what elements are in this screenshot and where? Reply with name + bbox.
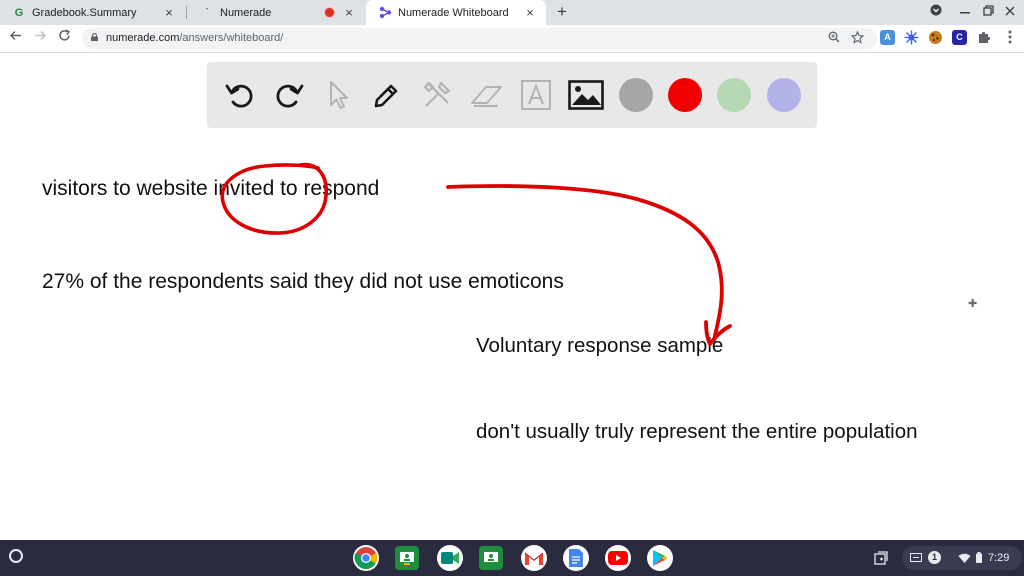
launcher-icon[interactable] — [9, 549, 23, 563]
reload-icon[interactable] — [55, 29, 73, 47]
google-classroom-icon: G — [14, 6, 24, 19]
tab-search-icon[interactable] — [928, 4, 944, 20]
notification-count: 1 — [928, 551, 941, 564]
color-green-swatch[interactable] — [715, 76, 753, 114]
url-text: numerade.com/answers/whiteboard/ — [106, 31, 283, 46]
color-gray-swatch[interactable] — [617, 76, 655, 114]
tab-whiteboard[interactable]: Numerade Whiteboard × — [366, 0, 546, 25]
lock-icon — [91, 33, 98, 41]
extension-cookie-icon[interactable] — [928, 30, 943, 45]
forward-icon[interactable] — [31, 29, 49, 47]
clock[interactable]: 7:29 — [988, 547, 1018, 569]
whiteboard-text-line-2: 27% of the respondents said they did not… — [42, 270, 564, 293]
docs-icon[interactable] — [563, 545, 589, 571]
classroom-2-icon[interactable] — [479, 546, 503, 570]
pointer-icon[interactable] — [319, 76, 357, 114]
wifi-icon — [958, 547, 972, 569]
ink-arrow-line — [446, 184, 724, 342]
close-tab-icon[interactable]: × — [522, 5, 538, 20]
swatch-fill — [619, 78, 653, 112]
tab-title: Numerade — [220, 6, 272, 19]
tab-numerade[interactable]: ˋ Numerade × — [188, 0, 365, 25]
whiteboard-icon — [378, 6, 392, 20]
extensions-puzzle-icon[interactable] — [976, 30, 991, 45]
browser-menu-icon[interactable] — [1002, 30, 1017, 45]
close-tab-icon[interactable]: × — [161, 5, 177, 20]
browser-toolbar: numerade.com/answers/whiteboard/ A C — [0, 25, 1024, 53]
undo-icon[interactable] — [221, 76, 259, 114]
tab-divider — [186, 6, 187, 19]
close-window-icon[interactable] — [1002, 4, 1018, 20]
youtube-icon[interactable] — [605, 545, 631, 571]
address-bar[interactable]: numerade.com/answers/whiteboard/ — [82, 28, 877, 49]
url-path: /answers/whiteboard/ — [179, 32, 284, 44]
screen-cast-icon — [910, 547, 924, 569]
zoom-icon[interactable] — [827, 31, 841, 45]
url-host: numerade.com — [106, 32, 180, 44]
chrome-icon[interactable] — [353, 545, 379, 571]
whiteboard-toolbar — [207, 62, 817, 128]
restore-icon[interactable] — [980, 4, 996, 20]
swatch-fill — [668, 78, 702, 112]
whiteboard-text-line-4: don't usually truly represent the entire… — [476, 420, 918, 443]
extension-spark-icon[interactable] — [904, 30, 919, 45]
extension-c-icon[interactable]: C — [952, 30, 967, 45]
recording-icon — [324, 7, 335, 18]
swatch-fill — [767, 78, 801, 112]
tab-strip: G Gradebook.Summary × ˋ Numerade × Numer… — [0, 0, 1024, 25]
notification-count-badge: 1 — [928, 547, 942, 569]
whiteboard-text-line-3: Voluntary response sample — [476, 334, 724, 357]
color-purple-swatch[interactable] — [765, 76, 803, 114]
tools-icon[interactable] — [418, 76, 456, 114]
color-red-swatch[interactable] — [666, 76, 704, 114]
tab-title: Numerade Whiteboard — [398, 6, 509, 19]
numerade-icon: ˋ — [205, 6, 209, 19]
whiteboard-text-line-1: visitors to website invited to respond — [42, 177, 380, 200]
close-tab-icon[interactable]: × — [341, 5, 357, 20]
swatch-fill — [717, 78, 751, 112]
holding-space-icon[interactable] — [874, 547, 890, 569]
classroom-icon[interactable] — [395, 546, 419, 570]
crosshair-cursor-icon: ✚ — [968, 298, 978, 310]
meet-icon[interactable] — [437, 545, 463, 571]
pen-icon[interactable] — [368, 76, 406, 114]
tab-gradebook[interactable]: G Gradebook.Summary × — [0, 0, 185, 25]
bookmark-star-icon[interactable] — [850, 30, 864, 45]
back-icon[interactable] — [6, 29, 24, 47]
extension-a-icon[interactable]: A — [880, 30, 895, 45]
new-tab-button[interactable]: + — [553, 3, 571, 21]
tab-title: Gradebook.Summary — [32, 6, 137, 19]
os-shelf: 1 7:29 — [0, 540, 1024, 576]
gmail-icon[interactable] — [521, 545, 547, 571]
battery-icon — [976, 547, 984, 569]
redo-icon[interactable] — [270, 76, 308, 114]
eraser-icon[interactable] — [467, 76, 505, 114]
text-icon[interactable] — [517, 76, 555, 114]
play-store-icon[interactable] — [647, 545, 673, 571]
minimize-icon[interactable] — [957, 4, 973, 20]
image-icon[interactable] — [567, 76, 605, 114]
